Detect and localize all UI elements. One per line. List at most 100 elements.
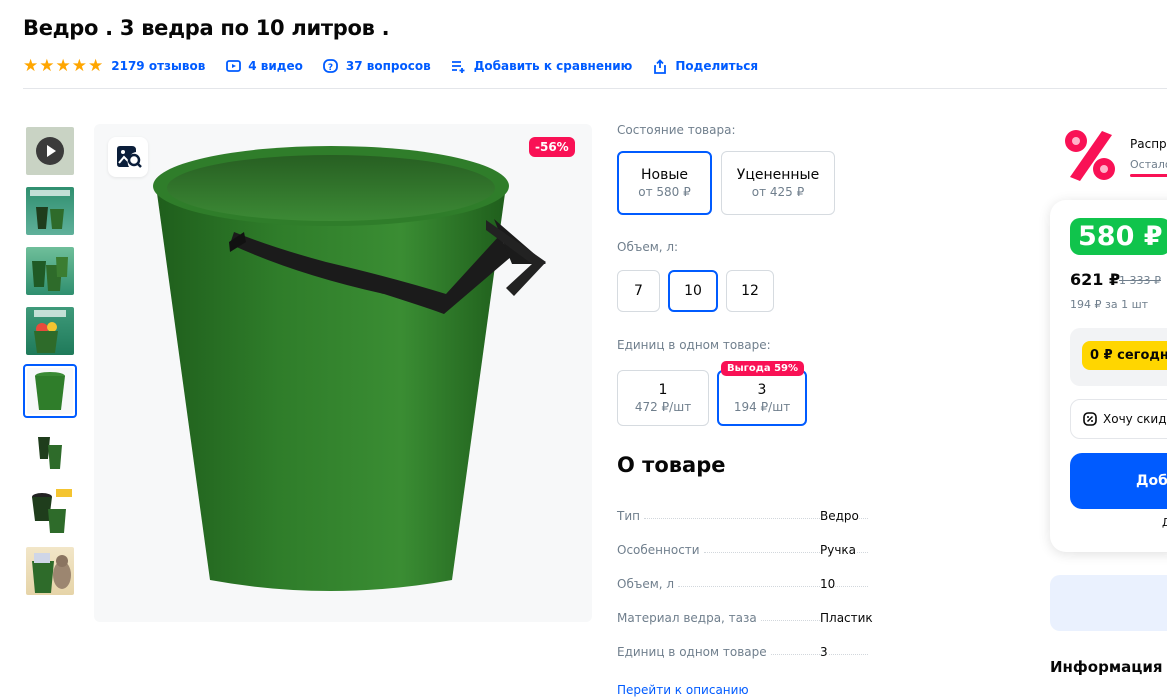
- reviews-link[interactable]: 2179 отзывов: [111, 59, 205, 73]
- spec-dots: [678, 586, 868, 587]
- volume-option-value: 7: [634, 283, 643, 299]
- video-icon: [225, 58, 241, 74]
- questions-link[interactable]: ? 37 вопросов: [323, 58, 431, 74]
- share-label: Поделиться: [675, 59, 759, 73]
- card-price: 580 ₽: [1070, 218, 1167, 255]
- questions-count: 37 вопросов: [345, 59, 431, 73]
- discount-tag-icon: [1083, 412, 1097, 426]
- rating-stars[interactable]: ★ ★ ★ ★ ★: [23, 55, 104, 76]
- star-icon: ★: [39, 55, 55, 76]
- spec-key: Особенности: [617, 543, 700, 557]
- visual-search-button[interactable]: [108, 137, 148, 177]
- promo-subtitle: Остало: [1130, 158, 1167, 171]
- old-price: 1 333 ₽: [1119, 274, 1161, 287]
- thumbnail-image[interactable]: [23, 184, 77, 238]
- spec-row: Материал ведра, таза Пластик: [617, 607, 873, 625]
- share-link[interactable]: Поделиться: [652, 58, 758, 74]
- volume-option-7[interactable]: 7: [617, 270, 660, 312]
- units-option-3[interactable]: 3 194 ₽/шт: [717, 370, 807, 426]
- regular-price: 621 ₽: [1070, 270, 1121, 289]
- description-link[interactable]: Перейти к описанию: [617, 683, 749, 697]
- spec-row: Тип Ведро: [617, 505, 872, 523]
- question-icon: ?: [323, 58, 339, 74]
- spec-value: Пластик: [820, 611, 873, 625]
- promo-progress: [1130, 174, 1167, 177]
- spec-row: Объем, л 10: [617, 573, 872, 591]
- spec-key: Материал ведра, таза: [617, 611, 757, 625]
- green-bucket-image: [153, 146, 546, 591]
- discount-badge: -56%: [529, 137, 575, 157]
- add-to-cart-button[interactable]: Доб: [1070, 453, 1167, 509]
- share-icon: [652, 58, 668, 74]
- star-icon: ★: [71, 55, 87, 76]
- spec-value: Ручка: [820, 543, 857, 557]
- star-icon: ★: [55, 55, 71, 76]
- condition-option-discounted[interactable]: Уцененные от 425 ₽: [721, 151, 835, 215]
- spec-row: Особенности Ручка: [617, 539, 872, 557]
- condition-option-title: Уцененные: [736, 167, 820, 183]
- compare-icon: [451, 58, 467, 74]
- volume-option-value: 12: [741, 283, 759, 299]
- bucket-image: [27, 368, 73, 414]
- spec-value: 10: [820, 577, 836, 591]
- play-icon: [36, 137, 64, 165]
- condition-label: Состояние товара:: [617, 123, 736, 137]
- want-discount-label: Хочу скид: [1103, 412, 1167, 426]
- videos-link[interactable]: 4 видео: [225, 58, 303, 74]
- volume-option-10[interactable]: 10: [668, 270, 718, 312]
- condition-option-price: от 425 ₽: [751, 185, 805, 199]
- sale-percent-icon: [1060, 127, 1120, 183]
- units-option-price: 472 ₽/шт: [634, 400, 692, 414]
- star-icon: ★: [88, 55, 104, 76]
- add-to-cart-label: Доб: [1136, 473, 1167, 489]
- spec-key: Единиц в одном товаре: [617, 645, 767, 659]
- info-heading: Информация: [1050, 658, 1163, 676]
- units-option-1[interactable]: 1 472 ₽/шт: [617, 370, 709, 426]
- spec-value: Ведро: [820, 509, 859, 523]
- units-label: Единиц в одном товаре:: [617, 338, 771, 352]
- bucket-set-image: [26, 247, 74, 295]
- product-title: Ведро . 3 ведра по 10 литров .: [23, 16, 390, 40]
- spec-key: Объем, л: [617, 577, 675, 591]
- delivery-hint: Д: [1162, 516, 1167, 529]
- volume-label: Объем, л:: [617, 240, 679, 254]
- about-heading: О товаре: [617, 453, 726, 477]
- thumbnail-image[interactable]: [23, 304, 77, 358]
- video-thumbnail-image: [26, 127, 74, 175]
- thumbnail-image[interactable]: [23, 244, 77, 298]
- want-discount-button[interactable]: Хочу скид: [1070, 399, 1167, 439]
- benefit-badge: Выгода 59%: [721, 361, 805, 376]
- thumbnail-image[interactable]: [23, 544, 77, 598]
- spec-key: Тип: [617, 509, 640, 523]
- thumbnail-video[interactable]: [23, 124, 77, 178]
- product-meta-bar: ★ ★ ★ ★ ★ 2179 отзывов 4 видео ? 37 вопр…: [23, 56, 778, 76]
- units-option-count: 3: [757, 382, 767, 398]
- condition-option-new[interactable]: Новые от 580 ₽: [617, 151, 712, 215]
- thumbnail-image[interactable]: [23, 424, 77, 478]
- compare-label: Добавить к сравнению: [473, 59, 633, 73]
- volume-option-12[interactable]: 12: [726, 270, 774, 312]
- bucket-set-image: [26, 427, 74, 475]
- videos-count: 4 видео: [248, 59, 303, 73]
- star-icon: ★: [23, 55, 39, 76]
- main-product-image[interactable]: [94, 124, 592, 622]
- bucket-set-image: [26, 307, 74, 355]
- condition-option-price: от 580 ₽: [638, 185, 691, 199]
- spec-value: 3: [820, 645, 828, 659]
- thumbnail-image-selected[interactable]: [23, 364, 77, 418]
- info-banner[interactable]: [1050, 575, 1167, 631]
- promo-title[interactable]: Распр: [1130, 137, 1167, 151]
- reviews-count: 2179 отзывов: [111, 59, 206, 73]
- price-per-unit: 194 ₽ за 1 шт: [1070, 298, 1149, 311]
- spec-row: Единиц в одном товаре 3: [617, 641, 872, 659]
- svg-text:?: ?: [328, 63, 333, 73]
- image-search-icon: [117, 146, 142, 168]
- bucket-set-image: [26, 187, 74, 235]
- installment-button[interactable]: 0 ₽ сегодня: [1082, 341, 1167, 370]
- units-option-price: 194 ₽/шт: [733, 400, 791, 414]
- compare-link[interactable]: Добавить к сравнению: [451, 58, 633, 74]
- header-divider: [23, 88, 1167, 89]
- units-option-count: 1: [658, 382, 668, 398]
- thumbnail-image[interactable]: [23, 484, 77, 538]
- bucket-with-cat-image: [26, 547, 74, 595]
